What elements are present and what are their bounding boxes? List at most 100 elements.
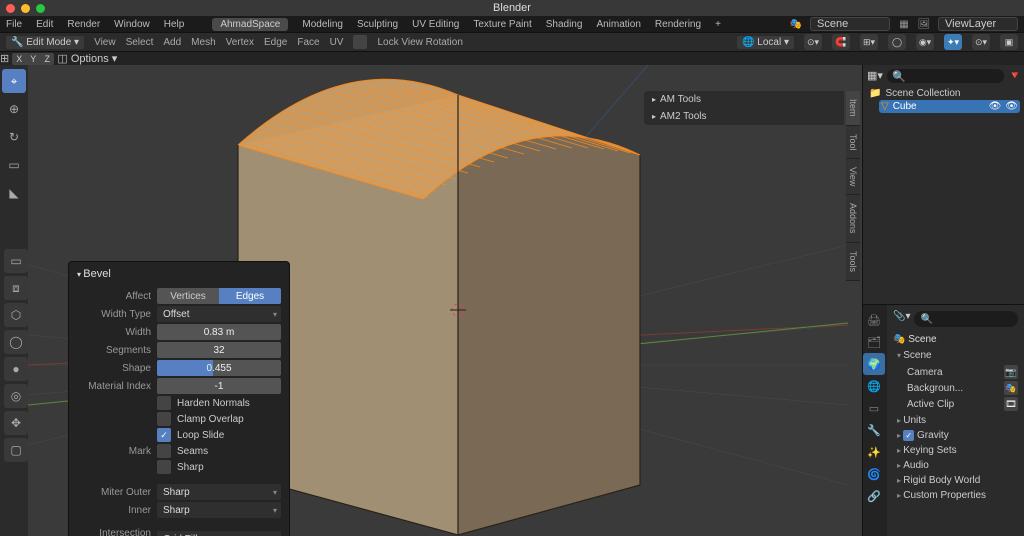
ptab-particles[interactable]: ✨ xyxy=(863,441,885,463)
workspace-tab-ahmadspace[interactable]: AhmadSpace xyxy=(212,18,288,31)
tool-scale[interactable]: ▭ xyxy=(2,153,26,177)
tool-spin[interactable]: ✥ xyxy=(4,411,28,435)
workspace-tab-shading[interactable]: Shading xyxy=(546,19,583,30)
tool-bevel[interactable]: ⬡ xyxy=(4,303,28,327)
menu-add[interactable]: Add xyxy=(163,37,181,48)
mark-seams-checkbox[interactable] xyxy=(157,444,171,458)
ptab-constraints[interactable]: 🔗 xyxy=(863,485,885,507)
mesh-display-icon[interactable]: ⊞ xyxy=(0,53,9,65)
outliner-search[interactable]: 🔍 xyxy=(887,69,1004,83)
overlay-toggle[interactable]: ⊙▾ xyxy=(972,34,990,50)
tool-smooth[interactable]: ▢ xyxy=(4,438,28,462)
gizmo-toggle[interactable]: ✦▾ xyxy=(944,34,962,50)
scene-selector[interactable]: Scene xyxy=(810,17,890,31)
tool-cursor[interactable]: ⌖ xyxy=(2,69,26,93)
menu-edit[interactable]: Edit xyxy=(36,19,53,30)
width-type-select[interactable]: Offset xyxy=(157,306,281,322)
orientation-selector[interactable]: 🌐 Local ▾ xyxy=(737,36,794,49)
outliner[interactable]: ▦▾ 🔍 🔻 📁 Scene Collection ▽ Cube 👁 👁 xyxy=(863,65,1024,305)
menu-help[interactable]: Help xyxy=(164,19,185,30)
window-controls[interactable] xyxy=(6,4,45,13)
disable-icon[interactable]: 👁 xyxy=(989,101,1002,112)
prop-pin-icon[interactable]: 📎▾ xyxy=(893,311,910,327)
tool-loopcut[interactable]: ◯ xyxy=(4,330,28,354)
menu-uv[interactable]: UV xyxy=(330,37,344,48)
options-dropdown[interactable]: Options ▾ xyxy=(71,53,118,65)
background-field[interactable]: 🎭 xyxy=(1004,381,1018,395)
tool-measure[interactable]: ◣ xyxy=(2,181,26,205)
sec-rigidbody[interactable]: Rigid Body World xyxy=(893,473,1018,488)
harden-normals-checkbox[interactable] xyxy=(157,396,171,410)
workspace-tab-rendering[interactable]: Rendering xyxy=(655,19,701,30)
workspace-tab-texture[interactable]: Texture Paint xyxy=(473,19,531,30)
loop-slide-checkbox[interactable]: ✓ xyxy=(157,428,171,442)
operator-title[interactable]: Bevel xyxy=(77,266,281,286)
menu-mesh[interactable]: Mesh xyxy=(191,37,215,48)
menu-face[interactable]: Face xyxy=(297,37,319,48)
sec-units[interactable]: Units xyxy=(893,413,1018,428)
n-panel-am2tools[interactable]: AM2 Tools xyxy=(644,108,844,125)
menu-vertex[interactable]: Vertex xyxy=(226,37,254,48)
tool-polybuild[interactable]: ◎ xyxy=(4,384,28,408)
ptab-render[interactable]: 🖨 xyxy=(863,309,885,331)
intersection-select[interactable]: Grid Fill xyxy=(157,531,281,536)
workspace-tab-animation[interactable]: Animation xyxy=(596,19,640,30)
activeclip-field[interactable]: 🎞 xyxy=(1004,397,1018,411)
close-window-icon[interactable] xyxy=(6,4,15,13)
maximize-window-icon[interactable] xyxy=(36,4,45,13)
menu-edge[interactable]: Edge xyxy=(264,37,287,48)
segments-field[interactable]: 32 xyxy=(157,342,281,358)
snap-options[interactable]: ⊞▾ xyxy=(860,34,878,50)
n-panel-amtools[interactable]: AM Tools xyxy=(644,91,844,108)
3d-viewport[interactable]: AM Tools AM2 Tools Item Tool View Addons… xyxy=(28,65,862,536)
proportional-options[interactable]: ◉▾ xyxy=(916,34,934,50)
tool-knife[interactable]: ● xyxy=(4,357,28,381)
menu-select2[interactable]: Select xyxy=(126,37,154,48)
overlay-extra-icon[interactable]: ◫ xyxy=(57,53,67,65)
pivot-selector[interactable]: ⊙▾ xyxy=(804,34,822,50)
lock-view-checkbox[interactable] xyxy=(353,35,367,49)
sec-custom[interactable]: Custom Properties xyxy=(893,488,1018,503)
clamp-overlap-checkbox[interactable] xyxy=(157,412,171,426)
scene-browse-icon[interactable]: ▦ xyxy=(898,18,910,30)
menu-render[interactable]: Render xyxy=(67,19,100,30)
sec-gravity[interactable]: ✓ Gravity xyxy=(893,428,1018,443)
properties-search[interactable]: 🔍 xyxy=(914,311,1018,327)
axis-toggles[interactable]: X Y Z xyxy=(12,53,54,65)
n-tab-tools[interactable]: Tools xyxy=(846,243,860,281)
outliner-filter-icon[interactable]: ▦▾ xyxy=(867,69,883,83)
menu-view[interactable]: View xyxy=(94,37,116,48)
minimize-window-icon[interactable] xyxy=(21,4,30,13)
affect-vertices[interactable]: Vertices xyxy=(157,288,219,304)
workspace-tab-uv[interactable]: UV Editing xyxy=(412,19,459,30)
outliner-item-cube[interactable]: ▽ Cube 👁 👁 xyxy=(879,100,1020,113)
mode-selector[interactable]: 🔧 Edit Mode ▾ xyxy=(6,36,84,49)
viewlayer-selector[interactable]: ViewLayer xyxy=(938,17,1018,31)
n-tab-addons[interactable]: Addons xyxy=(846,195,860,243)
ptab-physics[interactable]: 🌀 xyxy=(863,463,885,485)
xray-toggle[interactable]: ▣ xyxy=(1000,34,1018,50)
camera-field[interactable]: 📷 xyxy=(1004,365,1018,379)
material-field[interactable]: -1 xyxy=(157,378,281,394)
affect-edges[interactable]: Edges xyxy=(219,288,281,304)
affect-toggle[interactable]: Vertices Edges xyxy=(157,288,281,304)
miter-outer-select[interactable]: Sharp xyxy=(157,484,281,500)
sec-keying[interactable]: Keying Sets xyxy=(893,443,1018,458)
tool-inset[interactable]: ⧈ xyxy=(4,276,28,300)
eye-icon[interactable]: 👁 xyxy=(1005,101,1018,112)
n-tab-tool[interactable]: Tool xyxy=(846,126,860,160)
width-field[interactable]: 0.83 m xyxy=(157,324,281,340)
workspace-tab-sculpting[interactable]: Sculpting xyxy=(357,19,398,30)
tool-rotate[interactable]: ↻ xyxy=(2,125,26,149)
tool-move[interactable]: ⊕ xyxy=(2,97,26,121)
scene-section[interactable]: Scene xyxy=(893,348,1018,363)
proportional-edit[interactable]: ◯ xyxy=(888,34,906,50)
tool-extrude[interactable]: ▭ xyxy=(4,249,28,273)
n-tab-item[interactable]: Item xyxy=(846,91,860,126)
sec-audio[interactable]: Audio xyxy=(893,458,1018,473)
menu-file[interactable]: File xyxy=(6,19,22,30)
outliner-filter2-icon[interactable]: 🔻 xyxy=(1008,69,1020,83)
miter-inner-select[interactable]: Sharp xyxy=(157,502,281,518)
n-tab-view[interactable]: View xyxy=(846,159,860,195)
outliner-scene-collection[interactable]: 📁 Scene Collection xyxy=(867,87,1020,100)
